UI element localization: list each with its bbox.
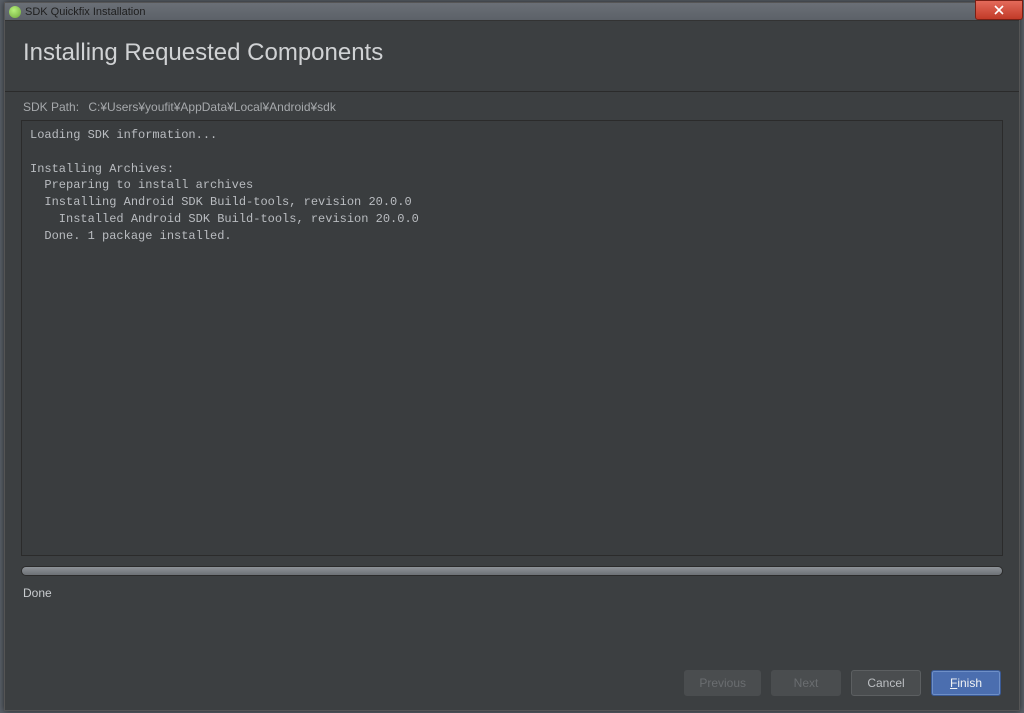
progress-bar-wrap bbox=[21, 566, 1003, 576]
app-icon bbox=[9, 6, 21, 18]
window-title: SDK Quickfix Installation bbox=[25, 6, 145, 18]
install-log: Loading SDK information... Installing Ar… bbox=[21, 120, 1003, 556]
sdk-path-row: SDK Path: C:¥Users¥youfit¥AppData¥Local¥… bbox=[5, 92, 1019, 120]
installer-window: SDK Quickfix Installation Installing Req… bbox=[4, 2, 1020, 711]
previous-button: Previous bbox=[684, 670, 761, 696]
status-text: Done bbox=[5, 582, 1019, 604]
content-area: Installing Requested Components SDK Path… bbox=[5, 21, 1019, 604]
next-button: Next bbox=[771, 670, 841, 696]
previous-label: Previous bbox=[699, 676, 746, 690]
progress-bar bbox=[21, 566, 1003, 576]
page-title: Installing Requested Components bbox=[23, 39, 1001, 67]
progress-fill bbox=[22, 567, 1002, 575]
cancel-button[interactable]: Cancel bbox=[851, 670, 921, 696]
finish-button[interactable]: Finish bbox=[931, 670, 1001, 696]
finish-label: Finish bbox=[950, 676, 982, 690]
sdk-path-label: SDK Path: bbox=[23, 100, 79, 114]
close-button[interactable] bbox=[975, 0, 1023, 20]
next-label: Next bbox=[794, 676, 819, 690]
titlebar: SDK Quickfix Installation bbox=[5, 3, 1019, 21]
cancel-label: Cancel bbox=[867, 676, 904, 690]
button-row: Previous Next Cancel Finish bbox=[684, 670, 1001, 696]
header: Installing Requested Components bbox=[5, 21, 1019, 92]
close-icon bbox=[994, 5, 1004, 15]
sdk-path-value: C:¥Users¥youfit¥AppData¥Local¥Android¥sd… bbox=[88, 100, 335, 114]
